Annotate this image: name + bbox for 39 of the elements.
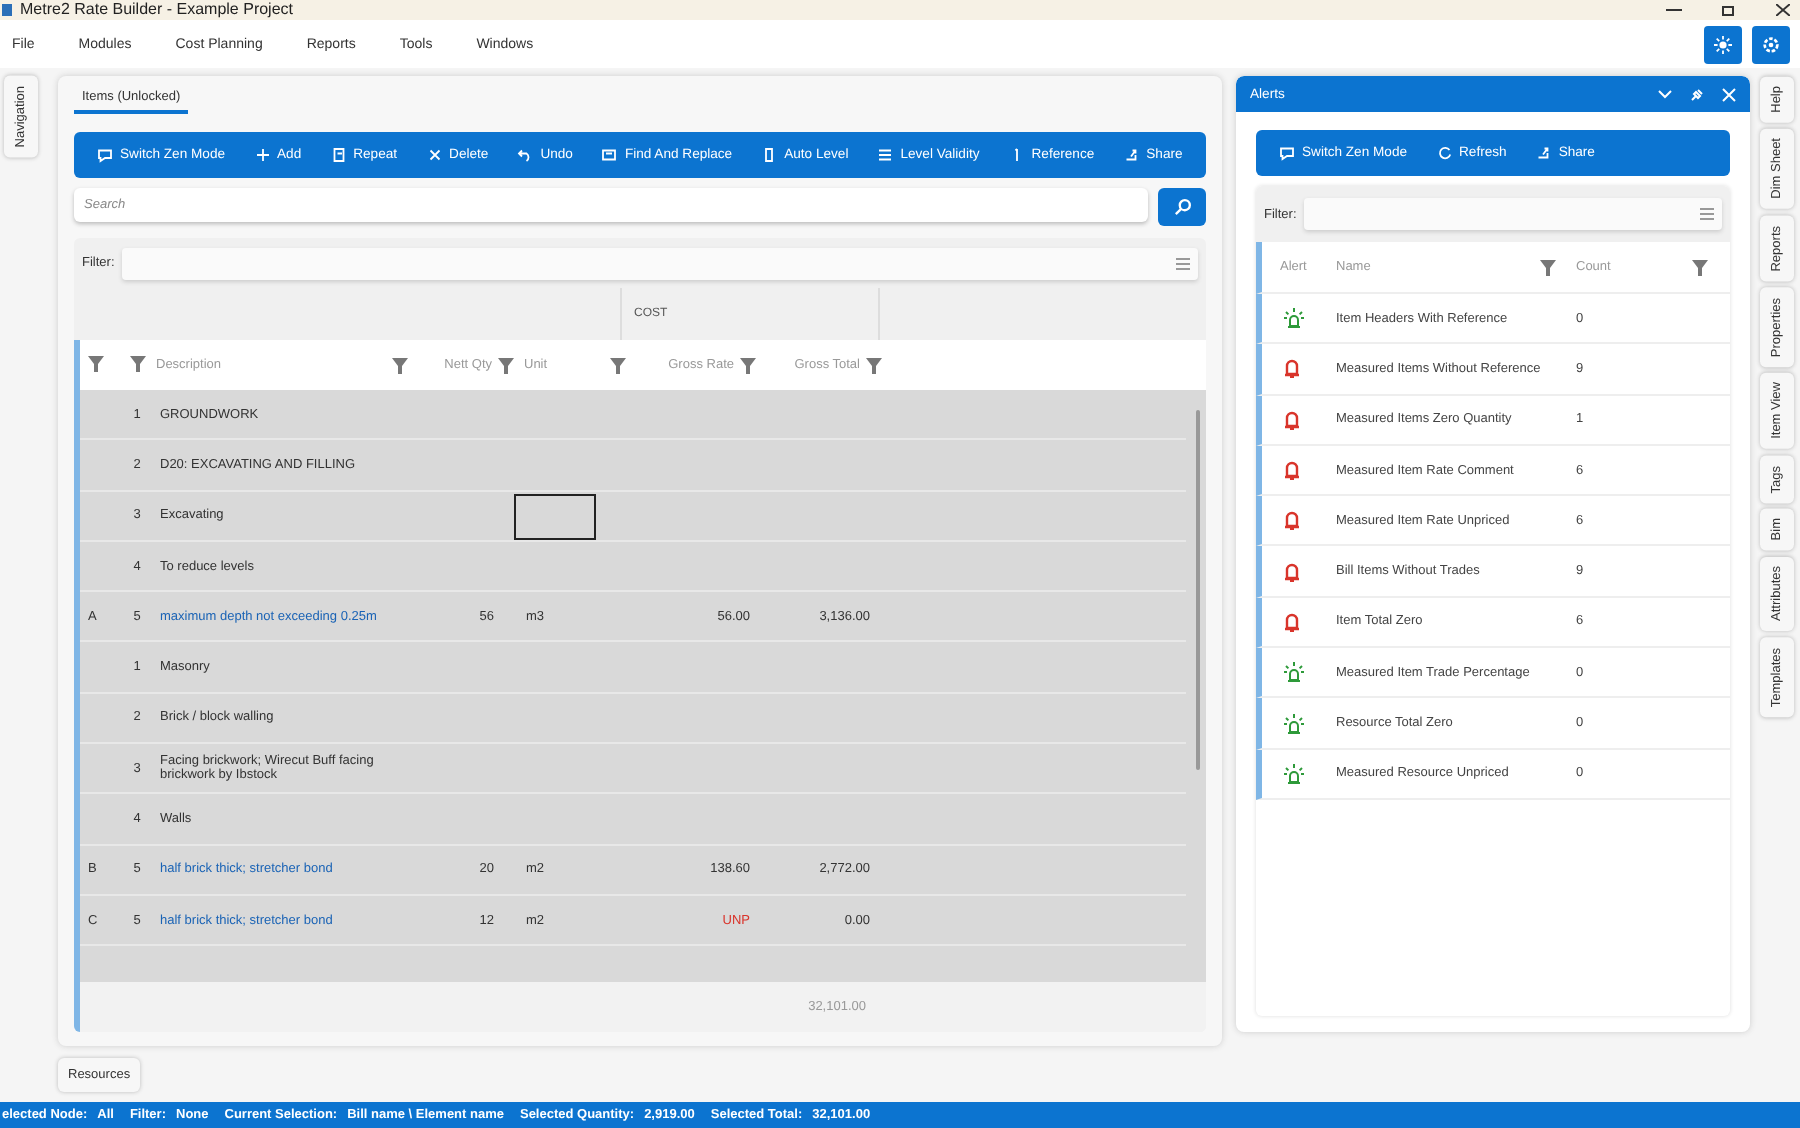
pin-icon[interactable] [1690, 87, 1704, 101]
plus-icon [253, 146, 272, 164]
filter-field[interactable] [1304, 198, 1722, 230]
list-icon [876, 146, 895, 164]
window-icon [600, 146, 619, 164]
filter-icon[interactable] [129, 355, 145, 371]
focused-cell[interactable] [514, 493, 596, 540]
speech-bubble-icon [96, 146, 114, 164]
share-icon [1122, 146, 1141, 164]
app-logo-icon [2, 4, 12, 16]
search-icon [1173, 198, 1191, 216]
share-icon [1534, 144, 1553, 162]
filter-icon[interactable] [498, 357, 514, 373]
undo-icon [516, 146, 535, 164]
filter-icon[interactable] [1540, 259, 1556, 275]
close-icon[interactable] [1776, 4, 1790, 16]
scrollbar[interactable] [1196, 410, 1200, 770]
restore-icon[interactable] [1722, 4, 1736, 16]
menu-icon[interactable] [1176, 257, 1190, 269]
filter-icon[interactable] [740, 357, 756, 373]
window-title: Metre2 Rate Builder - Example Project [20, 0, 293, 20]
theme-button[interactable] [1704, 25, 1742, 63]
filter-icon[interactable] [866, 357, 882, 373]
search-button[interactable] [1158, 188, 1206, 226]
menu-icon[interactable] [1700, 208, 1714, 220]
filter-icon[interactable] [610, 357, 626, 373]
filter-icon[interactable] [1692, 259, 1708, 275]
chevron-down-icon[interactable] [1658, 89, 1672, 99]
close-icon [425, 146, 444, 164]
refresh-icon [1435, 144, 1454, 162]
speech-bubble-icon [1278, 144, 1296, 162]
document-icon [329, 146, 348, 164]
settings-button[interactable] [1752, 25, 1790, 63]
filter-icon[interactable] [392, 357, 408, 373]
settings-icon [1762, 35, 1780, 53]
filter-field[interactable] [122, 247, 1198, 279]
filter-icon[interactable] [88, 355, 104, 371]
minimize-icon[interactable] [1666, 4, 1682, 16]
sun-icon [1714, 35, 1732, 53]
